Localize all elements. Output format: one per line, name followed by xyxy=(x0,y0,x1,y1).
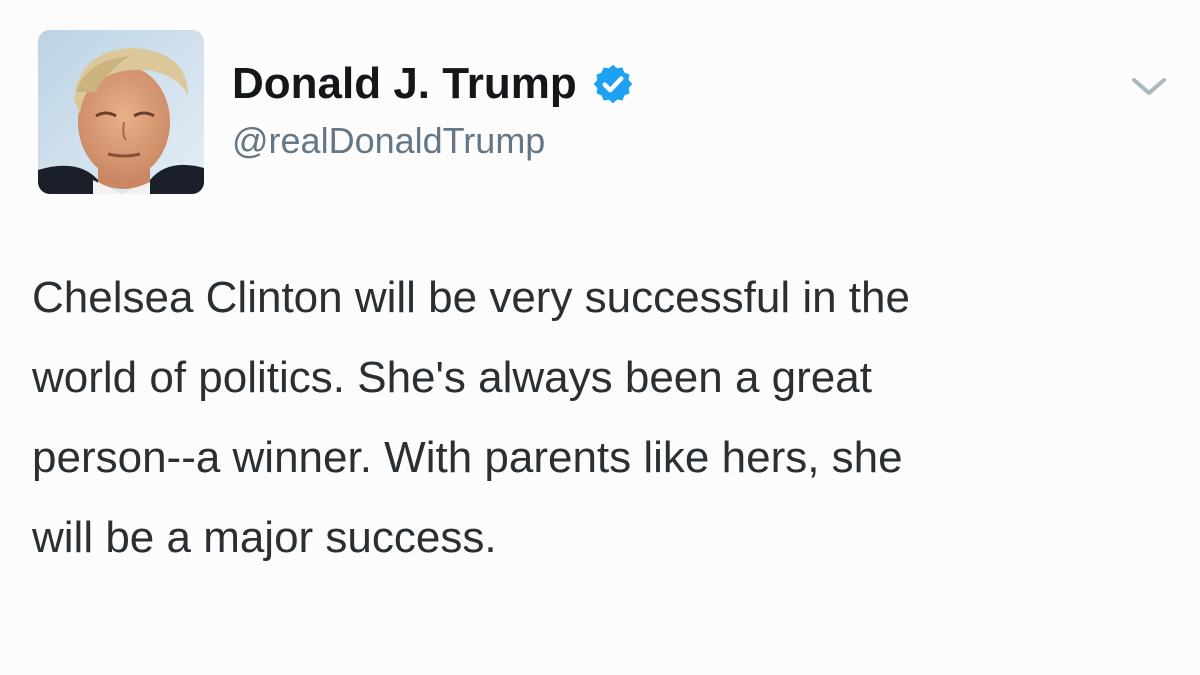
profile-photo-icon xyxy=(38,30,204,194)
avatar[interactable] xyxy=(38,30,204,194)
verified-badge-icon xyxy=(593,64,632,104)
display-name[interactable]: Donald J. Trump xyxy=(232,59,577,109)
tweet-card: Donald J. Trump @realDonaldTrump Chelsea… xyxy=(0,0,1200,675)
user-handle[interactable]: @realDonaldTrump xyxy=(232,120,635,162)
display-name-row: Donald J. Trump xyxy=(232,58,635,110)
user-block: Donald J. Trump @realDonaldTrump xyxy=(232,58,635,162)
tweet-text: Chelsea Clinton will be very successful … xyxy=(32,273,910,562)
chevron-down-icon[interactable] xyxy=(1128,72,1170,100)
